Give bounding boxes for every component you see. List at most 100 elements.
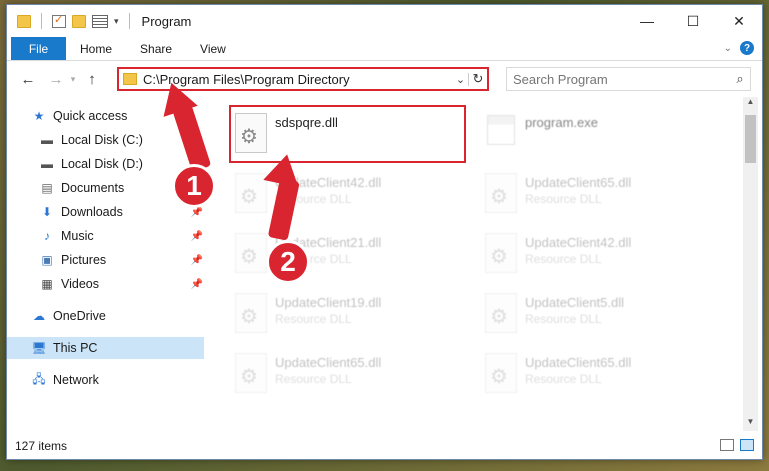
dll-file-icon <box>485 353 517 393</box>
cloud-icon: ☁ <box>33 309 45 323</box>
sidebar-item-label: Local Disk (C:) <box>61 133 143 147</box>
drive-icon: ▬ <box>41 133 53 147</box>
status-bar: 127 items <box>7 435 762 457</box>
search-icon[interactable]: ⌕ <box>730 71 750 87</box>
sidebar-item-label: OneDrive <box>53 309 106 323</box>
dll-file-icon <box>235 353 267 393</box>
file-item[interactable]: UpdateClient5.dll Resource DLL <box>479 285 719 341</box>
annotation-badge-1: 1 <box>172 164 216 208</box>
sidebar-item-this-pc[interactable]: 🖥 This PC <box>7 337 204 359</box>
dll-file-icon <box>485 293 517 333</box>
scroll-up-icon[interactable]: ▲ <box>743 97 758 111</box>
forward-arrow-icon[interactable]: → <box>45 71 67 88</box>
tab-share[interactable]: Share <box>126 37 186 60</box>
file-type: Resource DLL <box>525 192 602 206</box>
dll-file-icon <box>485 173 517 213</box>
videos-icon: ▦ <box>41 277 53 291</box>
sidebar-item-downloads[interactable]: ⬇ Downloads 📌 <box>39 201 203 223</box>
navigation-bar: ← → ▾ ↑ C:\Program Files\Program Directo… <box>7 65 762 93</box>
tab-file[interactable]: File <box>11 37 66 60</box>
file-type: Resource DLL <box>275 312 352 326</box>
vertical-scrollbar[interactable]: ▲ ▼ <box>743 97 758 431</box>
large-icons-view-icon[interactable] <box>740 439 754 451</box>
music-icon: ♪ <box>44 229 50 243</box>
ribbon-right: ⌄ ? <box>724 41 754 55</box>
scrollbar-thumb[interactable] <box>745 115 756 163</box>
folder-icon <box>123 73 137 85</box>
highlight-box <box>229 105 466 163</box>
expand-ribbon-chevron-down-icon[interactable]: ⌄ <box>724 43 732 54</box>
help-icon[interactable]: ? <box>740 41 754 55</box>
star-icon: ★ <box>33 109 45 123</box>
file-item[interactable]: UpdateClient21.dllResource DLL <box>229 225 469 281</box>
drive-icon: ▬ <box>41 157 53 171</box>
file-item[interactable]: UpdateClient65.dll Resource DLL <box>229 345 469 401</box>
tab-view[interactable]: View <box>186 37 240 60</box>
refresh-icon[interactable]: ↻ <box>469 71 487 87</box>
sidebar-item-label: Network <box>53 373 99 387</box>
file-item[interactable]: UpdateClient19.dll Resource DLL <box>229 285 469 341</box>
sidebar-item-label: Local Disk (D:) <box>61 157 143 171</box>
search-input[interactable] <box>513 71 730 87</box>
network-icon: 🖧 <box>32 371 46 386</box>
annotation-badge-2: 2 <box>266 240 310 284</box>
file-type: Resource DLL <box>525 252 602 266</box>
recent-locations-chevron-down-icon[interactable]: ▾ <box>67 74 79 85</box>
address-history-chevron-down-icon[interactable]: ⌄ <box>453 72 469 86</box>
close-button[interactable]: ✕ <box>716 5 762 37</box>
sidebar-item-network[interactable]: 🖧 Network <box>31 369 227 391</box>
pc-icon: 🖥 <box>31 341 47 355</box>
explorer-window: ▾ Program — ☐ ✕ File Home Share View ⌄ ?… <box>6 4 763 460</box>
sidebar-item-music[interactable]: ♪ Music 📌 <box>39 225 203 247</box>
file-item[interactable]: UpdateClient65.dll Resource DLL <box>479 165 719 221</box>
sidebar-item-pictures[interactable]: ▣ Pictures 📌 <box>39 249 203 271</box>
file-name: UpdateClient65.dll <box>275 355 382 370</box>
up-arrow-icon[interactable]: ↑ <box>81 71 103 88</box>
sidebar-item-label: Documents <box>61 181 125 195</box>
tab-home[interactable]: Home <box>66 37 126 60</box>
view-toggle <box>720 439 754 451</box>
divider <box>128 13 130 29</box>
file-name: UpdateClient42.dll <box>525 235 632 250</box>
quick-access-toolbar: ▾ Program <box>17 13 191 29</box>
file-name: UpdateClient65.dll <box>525 355 632 370</box>
exe-file-icon <box>487 115 515 145</box>
divider <box>41 13 42 29</box>
file-type: Resource DLL <box>525 312 602 326</box>
dll-file-icon <box>235 173 267 213</box>
title-bar: ▾ Program — ☐ ✕ <box>7 5 762 37</box>
properties-icon[interactable] <box>52 13 66 28</box>
customize-toolbar-chevron-down-icon[interactable]: ▾ <box>114 16 119 27</box>
sidebar-item-label: Quick access <box>53 109 128 123</box>
ribbon-tabs: File Home Share View ⌄ ? <box>7 37 762 61</box>
file-name: UpdateClient19.dll <box>275 295 382 310</box>
file-item-exe[interactable]: program.exe <box>479 105 719 161</box>
file-item[interactable]: UpdateClient42.dll Resource DLL <box>479 225 719 281</box>
item-count: 127 items <box>15 439 68 453</box>
window-controls: — ☐ ✕ <box>624 5 762 37</box>
file-name: UpdateClient65.dll <box>525 175 632 190</box>
search-box[interactable]: ⌕ <box>506 67 751 91</box>
pictures-icon: ▣ <box>41 253 53 267</box>
sidebar-item-label: Downloads <box>61 205 123 219</box>
scroll-down-icon[interactable]: ▼ <box>743 417 758 431</box>
file-name: program.exe <box>525 115 598 130</box>
maximize-button[interactable]: ☐ <box>670 5 716 37</box>
download-icon: ⬇ <box>41 205 53 219</box>
sidebar-item-label: Music <box>61 229 94 243</box>
sidebar-item-videos[interactable]: ▦ Videos 📌 <box>39 273 203 295</box>
window-title: Program <box>141 13 192 29</box>
details-view-icon[interactable] <box>720 439 734 451</box>
file-type: Resource DLL <box>525 372 602 386</box>
sidebar-item-onedrive[interactable]: ☁ OneDrive <box>31 305 227 327</box>
sidebar-item-label: Pictures <box>61 253 107 267</box>
back-arrow-icon[interactable]: ← <box>17 71 39 88</box>
minimize-button[interactable]: — <box>624 5 670 37</box>
file-item[interactable]: UpdateClient65.dll Resource DLL <box>479 345 719 401</box>
dll-file-icon <box>485 233 517 273</box>
file-name: UpdateClient5.dll <box>525 295 625 310</box>
pin-icon: 📌 <box>190 230 203 242</box>
new-folder-icon[interactable] <box>72 14 86 28</box>
view-icon[interactable] <box>92 14 108 28</box>
dll-file-icon <box>235 233 267 273</box>
